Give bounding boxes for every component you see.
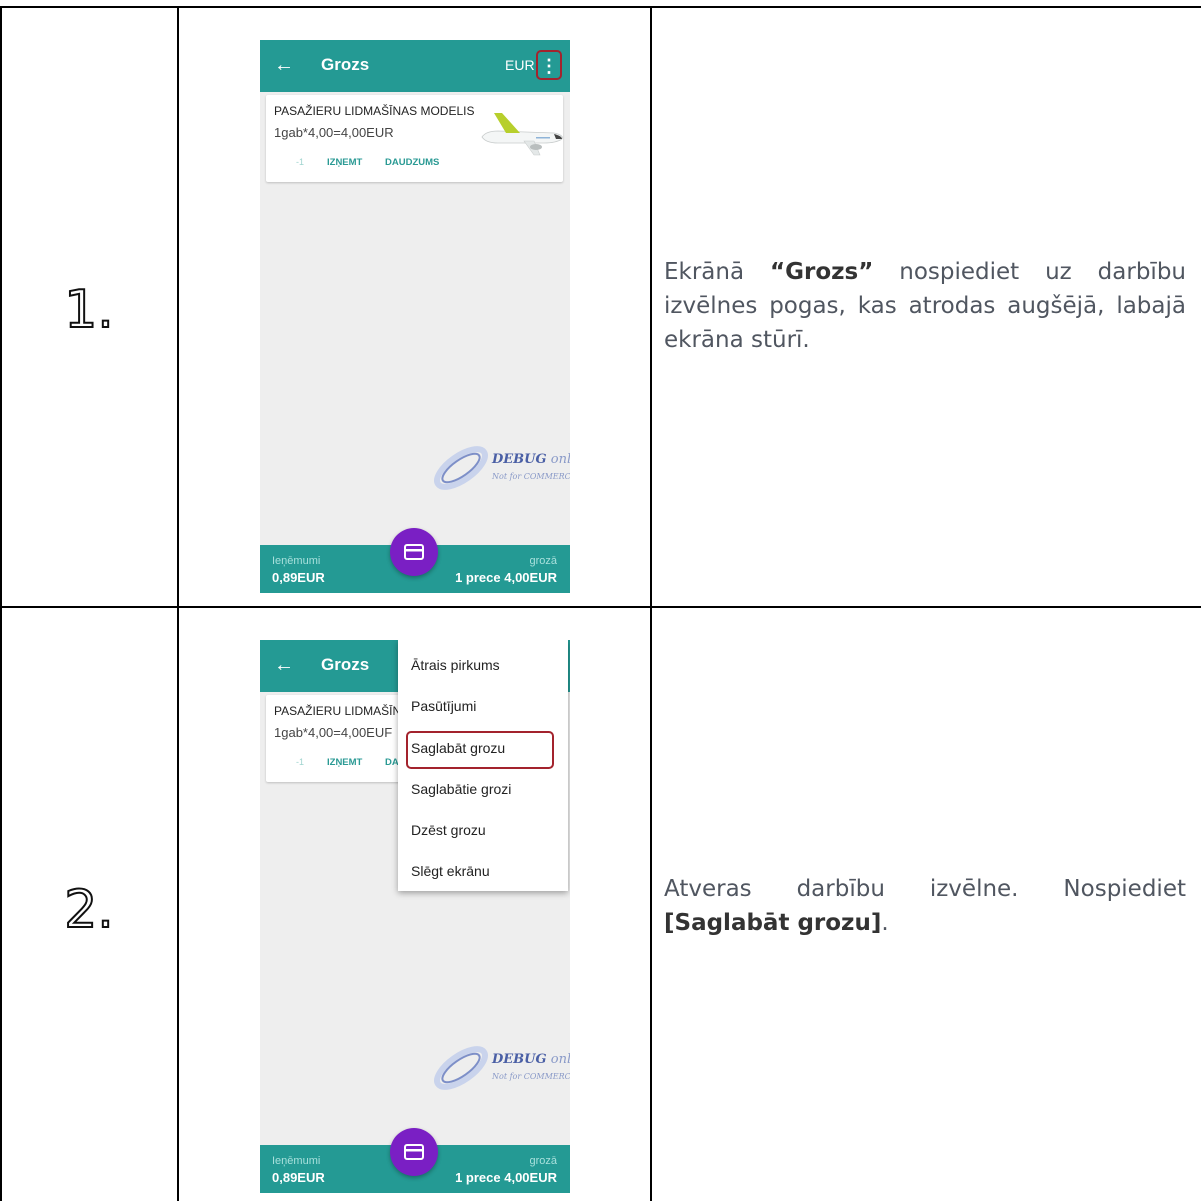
cart-label: grozā xyxy=(529,555,557,567)
cart-summary-value: 1 prece 4,00EUR xyxy=(455,570,557,585)
cart-label: grozā xyxy=(529,1155,557,1167)
currency-label[interactable]: EUR xyxy=(505,57,535,73)
debug-logo-icon xyxy=(434,1046,488,1090)
menu-item-orders[interactable]: Pasūtījumi xyxy=(411,698,476,714)
description-text: . xyxy=(881,910,889,936)
watermark-debug: DEBUG xyxy=(492,1052,547,1067)
revenue-value: 0,89EUR xyxy=(272,1170,325,1185)
credit-card-icon xyxy=(404,544,424,560)
step-number: 1. xyxy=(63,279,115,341)
menu-item-saved-carts[interactable]: Saglabātie grozi xyxy=(411,781,511,797)
watermark-debug: DEBUG xyxy=(492,452,547,467)
table-row-divider xyxy=(0,606,1201,608)
step-description: Atveras darbību izvēlne. Nospiediet [Sag… xyxy=(664,872,1186,940)
screen-title: Grozs xyxy=(321,55,370,74)
remove-button[interactable]: IZŅEMT xyxy=(327,157,362,168)
more-menu-icon[interactable]: ⋮ xyxy=(536,50,562,80)
item-name: PASAŽIERU LIDMAŠĪNAS MODELIS xyxy=(274,104,475,118)
watermark-line1: DEBUG only xyxy=(492,1052,570,1067)
payment-fab-button[interactable] xyxy=(390,1128,438,1176)
credit-card-icon xyxy=(404,1144,424,1160)
revenue-value: 0,89EUR xyxy=(272,570,325,585)
overflow-menu: Ātrais pirkums Pasūtījumi Saglabāt grozu… xyxy=(398,640,568,891)
debug-logo-icon xyxy=(434,446,488,490)
back-arrow-icon[interactable]: ← xyxy=(274,52,294,78)
app-bar: ← Grozs EUR ⋮ xyxy=(260,40,570,92)
revenue-label: Ieņēmumi xyxy=(272,1155,321,1167)
description-text: Ekrānā xyxy=(664,259,770,285)
payment-fab-button[interactable] xyxy=(390,528,438,576)
watermark-line1: DEBUG only xyxy=(492,452,570,467)
screen-title: Grozs xyxy=(321,655,370,674)
watermark-line2: Not for COMMERCIAL xyxy=(492,1072,570,1081)
instruction-table: 1. ← Grozs EUR ⋮ PASAŽIERU LIDMAŠĪNAS MO… xyxy=(0,0,1201,1201)
minus-one-button[interactable]: -1 xyxy=(296,757,304,767)
table-col-divider-1 xyxy=(177,8,179,1201)
menu-item-save-cart[interactable]: Saglabāt grozu xyxy=(411,740,505,756)
table-col-divider-2 xyxy=(650,8,652,1201)
menu-item-delete-cart[interactable]: Dzēst grozu xyxy=(411,822,486,838)
menu-item-quick-purchase[interactable]: Ātrais pirkums xyxy=(411,657,500,673)
description-text: Atveras darbību izvēlne. Nospiediet xyxy=(664,876,1186,902)
step-number: 2. xyxy=(63,879,115,941)
watermark-only: only xyxy=(550,1052,570,1067)
back-arrow-icon[interactable]: ← xyxy=(274,652,294,678)
phone-screenshot-cart: ← Grozs EUR ⋮ PASAŽIERU LIDMAŠĪNAS MODEL… xyxy=(260,40,570,593)
description-bold: “Grozs” xyxy=(770,259,874,285)
item-name: PASAŽIERU LIDMAŠĪN xyxy=(274,704,402,718)
watermark-only: only xyxy=(550,452,570,467)
quantity-button[interactable]: DA xyxy=(385,757,399,768)
remove-button[interactable]: IZŅEMT xyxy=(327,757,362,768)
item-calc: 1gab*4,00=4,00EUF xyxy=(274,725,393,740)
item-calc: 1gab*4,00=4,00EUR xyxy=(274,125,394,140)
table-top-border xyxy=(0,6,1201,8)
debug-watermark: DEBUG only Not for COMMERCIAL xyxy=(430,1038,570,1098)
airplane-image xyxy=(481,113,563,156)
step-description: Ekrānā “Grozs” nospiediet uz darbību izv… xyxy=(664,255,1186,357)
description-bold: [Saglabāt grozu] xyxy=(664,910,882,936)
quantity-button[interactable]: DAUDZUMS xyxy=(385,157,439,168)
phone-screenshot-menu: ← Grozs PASAŽIERU LIDMAŠĪN 1gab*4,00=4,0… xyxy=(260,640,570,1193)
debug-watermark: DEBUG only Not for COMMERCIAL xyxy=(430,438,570,498)
menu-item-close-screen[interactable]: Slēgt ekrānu xyxy=(411,863,490,879)
minus-one-button[interactable]: -1 xyxy=(296,157,304,167)
cart-summary-value: 1 prece 4,00EUR xyxy=(455,1170,557,1185)
cart-item-card[interactable]: PASAŽIERU LIDMAŠĪNAS MODELIS 1gab*4,00=4… xyxy=(266,95,563,182)
table-left-border xyxy=(0,8,2,1201)
watermark-line2: Not for COMMERCIAL xyxy=(492,472,570,481)
revenue-label: Ieņēmumi xyxy=(272,555,321,567)
